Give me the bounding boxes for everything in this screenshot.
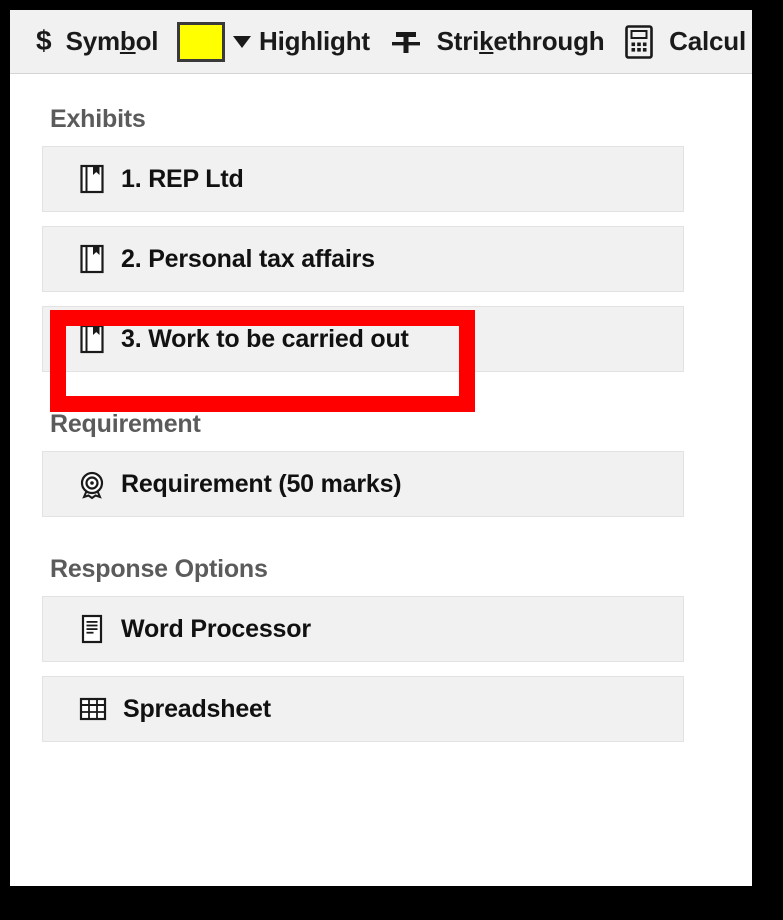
screenshot-root: $ Symbol Highlight Strikethrough Calcul … — [0, 0, 783, 920]
response-option-word-processor[interactable]: Word Processor — [42, 596, 684, 662]
exhibit-book-icon — [77, 243, 107, 275]
exhibit-item-2[interactable]: 2. Personal tax affairs — [42, 226, 684, 292]
strikethrough-icon — [389, 25, 423, 59]
section-title-exhibits: Exhibits — [50, 105, 146, 133]
requirement-list: Requirement (50 marks) — [42, 451, 684, 517]
symbol-button-label: Symbol — [65, 26, 159, 56]
strikethrough-button[interactable]: Strikethrough — [385, 16, 611, 68]
calculator-icon — [623, 24, 655, 60]
word-processor-icon — [77, 613, 107, 645]
dollar-sign-icon: $ — [36, 24, 52, 56]
exhibit-book-icon — [77, 163, 107, 195]
highlight-button[interactable]: Highlight — [173, 16, 376, 68]
symbol-button[interactable]: $ Symbol — [32, 16, 164, 68]
response-options-list: Word Processor Spreadsheet — [42, 596, 684, 742]
exhibit-item-1[interactable]: 1. REP Ltd — [42, 146, 684, 212]
calculator-button-label: Calcul — [669, 26, 746, 56]
response-option-spreadsheet[interactable]: Spreadsheet — [42, 676, 684, 742]
highlight-button-label: Highlight — [259, 26, 370, 56]
spreadsheet-grid-icon — [77, 693, 109, 725]
exhibits-list: 1. REP Ltd 2. Personal tax affairs 3. Wo… — [42, 146, 684, 372]
chevron-down-icon[interactable] — [233, 35, 252, 48]
exhibit-item-3-label: 3. Work to be carried out — [121, 324, 409, 353]
requirement-item[interactable]: Requirement (50 marks) — [42, 451, 684, 517]
calculator-button[interactable]: Calcul — [619, 16, 752, 68]
navigation-panel: Exhibits 1. REP Ltd 2. Personal tax affa… — [10, 75, 752, 886]
requirement-item-label: Requirement (50 marks) — [121, 469, 402, 498]
strikethrough-button-label: Strikethrough — [436, 26, 605, 56]
section-title-response-options: Response Options — [50, 555, 268, 583]
response-option-spreadsheet-label: Spreadsheet — [123, 694, 271, 723]
app-window: $ Symbol Highlight Strikethrough Calcul … — [10, 10, 752, 886]
section-title-requirement: Requirement — [50, 410, 201, 438]
highlight-color-swatch[interactable] — [177, 21, 226, 62]
exhibit-item-1-label: 1. REP Ltd — [121, 164, 244, 193]
requirement-rosette-icon — [77, 468, 107, 500]
response-option-word-processor-label: Word Processor — [121, 614, 311, 643]
exhibit-item-3[interactable]: 3. Work to be carried out — [42, 306, 684, 372]
exhibit-book-icon — [77, 323, 107, 355]
formatting-toolbar: $ Symbol Highlight Strikethrough Calcul — [10, 10, 752, 74]
exhibit-item-2-label: 2. Personal tax affairs — [121, 244, 375, 273]
